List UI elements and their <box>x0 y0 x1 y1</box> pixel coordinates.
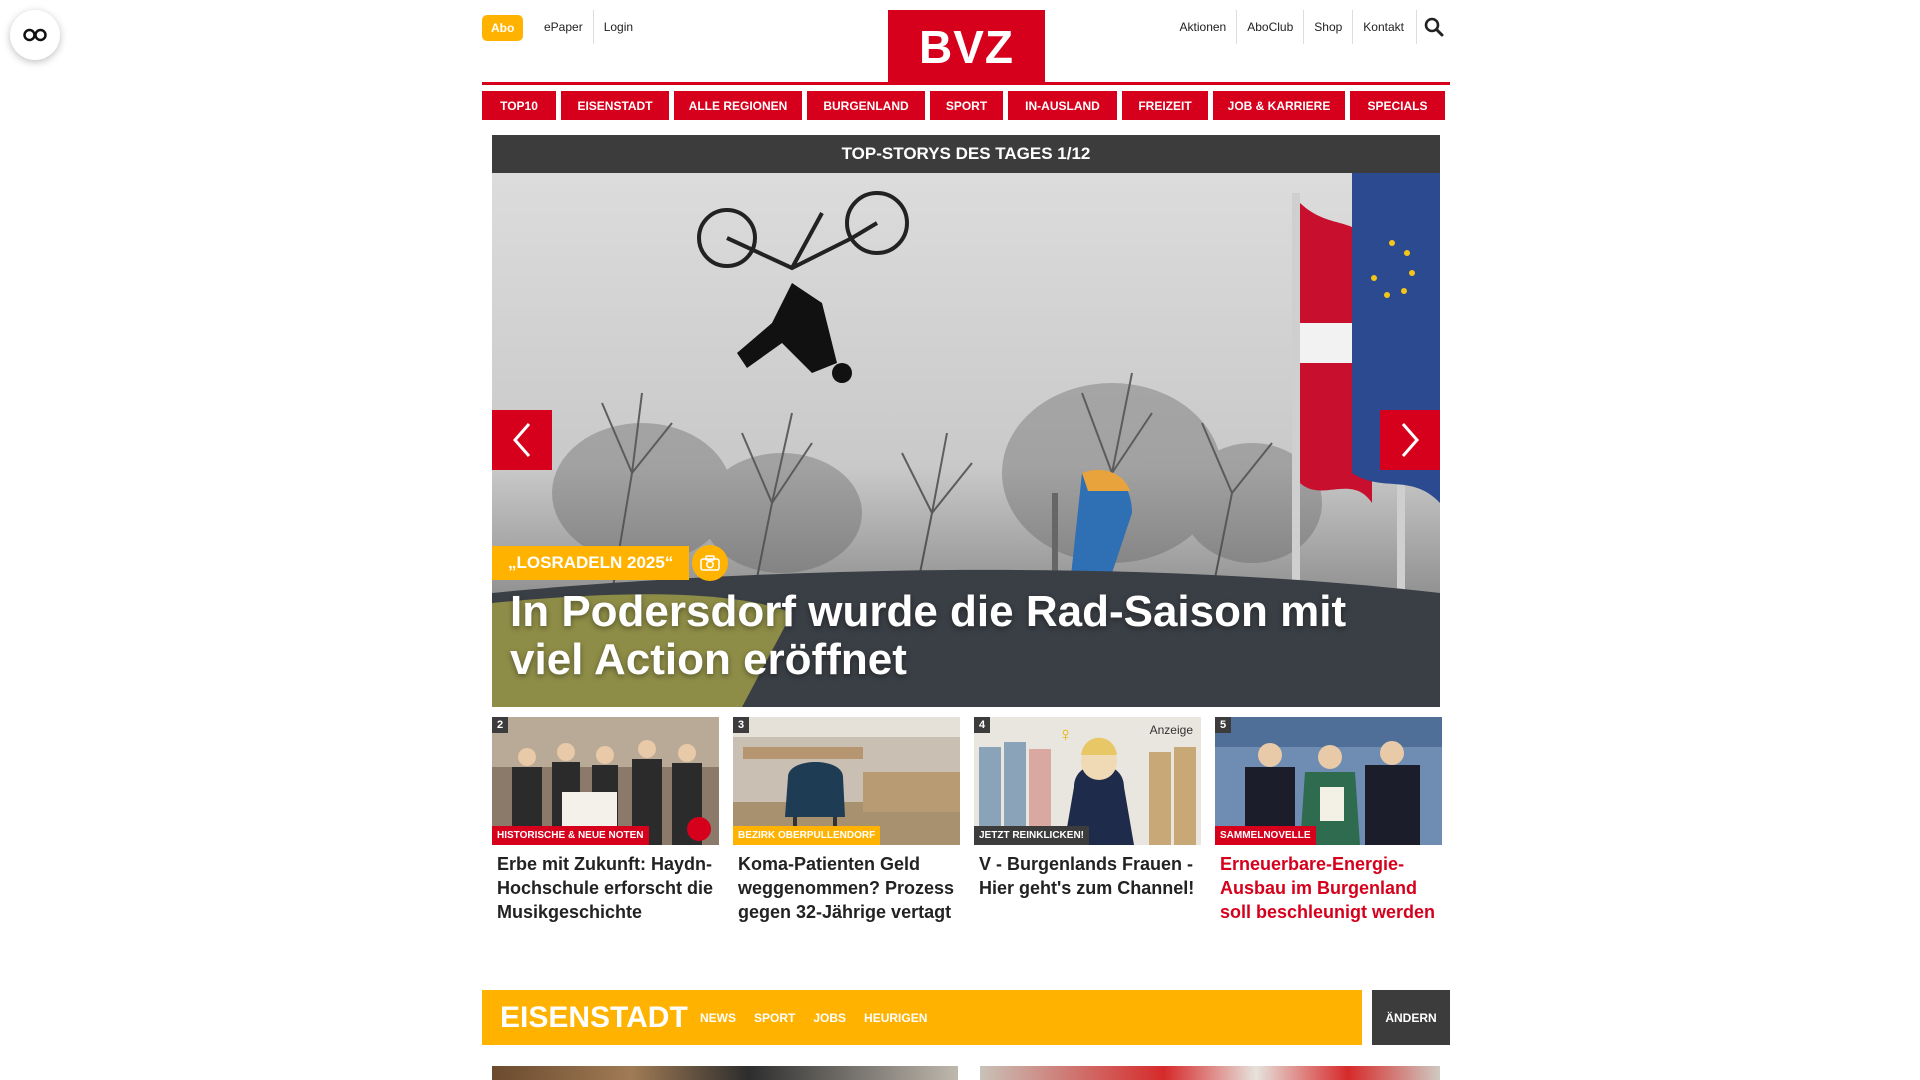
nav-item-job-karriere[interactable]: JOB & KARRIERE <box>1213 91 1345 120</box>
nav-item-sport[interactable]: SPORT <box>930 91 1003 120</box>
hero-title[interactable]: In Podersdorf wurde die Rad-Saison mit v… <box>510 588 1410 684</box>
gallery-badge <box>687 817 711 841</box>
story-thumbnail[interactable]: ♀ 4 Anzeige JETZT REINKLICKEN! <box>974 717 1201 845</box>
story-card[interactable]: 5 SAMMELNOVELLE Erneuerbare-Energie-Ausb… <box>1215 717 1442 924</box>
region-link-news[interactable]: NEWS <box>700 1011 736 1025</box>
story-card[interactable]: 2 HISTORISCHE & NEUE NOTEN Erbe mit Zuku… <box>492 717 719 924</box>
top-links-right: Aktionen AboClub Shop Kontakt <box>1170 10 1450 44</box>
top-bar: Abo ePaper Login BVZ Aktionen AboClub Sh… <box>482 0 1450 85</box>
nav-item-specials[interactable]: SPECIALS <box>1350 91 1445 120</box>
svg-text:♀: ♀ <box>1058 724 1073 746</box>
slider-next-button[interactable] <box>1380 410 1440 470</box>
story-rank: 3 <box>733 717 750 733</box>
gallery-badge <box>692 545 728 581</box>
main-nav: TOP10 EISENSTADT ALLE REGIONEN BURGENLAN… <box>482 91 1450 120</box>
aktionen-link[interactable]: Aktionen <box>1170 10 1237 44</box>
slider-prev-button[interactable] <box>492 410 552 470</box>
change-region-button[interactable]: ÄNDERN <box>1372 990 1450 1045</box>
story-tag: JETZT REINKLICKEN! <box>974 826 1089 845</box>
bvz-logo[interactable]: BVZ <box>888 10 1045 84</box>
camera-icon <box>687 817 719 845</box>
camera-icon <box>700 555 720 571</box>
region-link-sport[interactable]: SPORT <box>754 1011 795 1025</box>
search-icon <box>1424 17 1443 37</box>
story-thumbnail[interactable]: 2 HISTORISCHE & NEUE NOTEN <box>492 717 719 845</box>
story-title[interactable]: Erneuerbare-Energie-Ausbau im Burgenland… <box>1215 845 1442 924</box>
kontakt-link[interactable]: Kontakt <box>1352 10 1414 44</box>
story-title[interactable]: Koma-Patienten Geld weggenommen? Prozess… <box>733 845 960 924</box>
story-title[interactable]: Erbe mit Zukunft: Haydn-Hochschule erfor… <box>492 845 719 924</box>
aboclub-link[interactable]: AboClub <box>1236 10 1303 44</box>
story-tag: SAMMELNOVELLE <box>1215 826 1316 845</box>
accessibility-button[interactable] <box>10 10 60 60</box>
nav-item-freizeit[interactable]: FREIZEIT <box>1122 91 1208 120</box>
region-bar: EISENSTADT NEWS SPORT JOBS HEURIGEN <box>482 990 1362 1045</box>
chevron-right-icon <box>1401 423 1419 457</box>
region-title[interactable]: EISENSTADT <box>482 1001 700 1035</box>
epaper-link[interactable]: ePaper <box>534 10 593 44</box>
story-rank: 4 <box>974 717 991 733</box>
nav-item-in-ausland[interactable]: IN-AUSLAND <box>1008 91 1117 120</box>
hero-story[interactable]: „LOSRADELN 2025“ In Podersdorf wurde die… <box>492 173 1440 707</box>
story-tag: BEZIRK OBERPULLENDORF <box>733 826 881 845</box>
story-tag: HISTORISCHE & NEUE NOTEN <box>492 826 649 845</box>
login-link[interactable]: Login <box>592 10 643 44</box>
region-story-image[interactable] <box>980 1066 1440 1080</box>
region-story-image[interactable] <box>492 1066 958 1080</box>
chevron-left-icon <box>513 423 531 457</box>
story-thumbnail[interactable]: 5 SAMMELNOVELLE <box>1215 717 1442 845</box>
nav-item-alle-regionen[interactable]: ALLE REGIONEN <box>674 91 802 120</box>
story-cards: 2 HISTORISCHE & NEUE NOTEN Erbe mit Zuku… <box>492 717 1442 924</box>
ad-label: Anzeige <box>1149 723 1193 737</box>
hero-kicker: „LOSRADELN 2025“ <box>492 546 690 580</box>
story-card[interactable]: 3 BEZIRK OBERPULLENDORF Koma-Patienten G… <box>733 717 960 924</box>
top-links-left: ePaper Login <box>534 10 643 44</box>
story-rank: 2 <box>492 717 509 733</box>
story-thumbnail[interactable]: 3 BEZIRK OBERPULLENDORF <box>733 717 960 845</box>
top-stories-heading: TOP-STORYS DES TAGES 1/12 <box>492 135 1440 173</box>
nav-item-eisenstadt[interactable]: EISENSTADT <box>561 91 669 120</box>
header-divider <box>482 82 1450 85</box>
story-rank: 5 <box>1215 717 1232 733</box>
abo-button[interactable]: Abo <box>482 15 524 41</box>
main-container: Abo ePaper Login BVZ Aktionen AboClub Sh… <box>482 0 1450 1080</box>
page: Abo ePaper Login BVZ Aktionen AboClub Sh… <box>0 0 1920 1080</box>
shop-link[interactable]: Shop <box>1303 10 1352 44</box>
nav-item-top10[interactable]: TOP10 <box>482 91 556 120</box>
region-link-jobs[interactable]: JOBS <box>813 1011 846 1025</box>
region-links: NEWS SPORT JOBS HEURIGEN <box>700 1011 927 1025</box>
nav-item-burgenland[interactable]: BURGENLAND <box>807 91 925 120</box>
search-button[interactable] <box>1416 10 1450 44</box>
story-card[interactable]: ♀ 4 Anzeige JETZT REINKLICKEN! V - Burge… <box>974 717 1201 924</box>
story-title[interactable]: V - Burgenlands Frauen - Hier geht's zum… <box>974 845 1201 900</box>
region-link-heurigen[interactable]: HEURIGEN <box>864 1011 927 1025</box>
accessibility-icon <box>23 28 47 42</box>
